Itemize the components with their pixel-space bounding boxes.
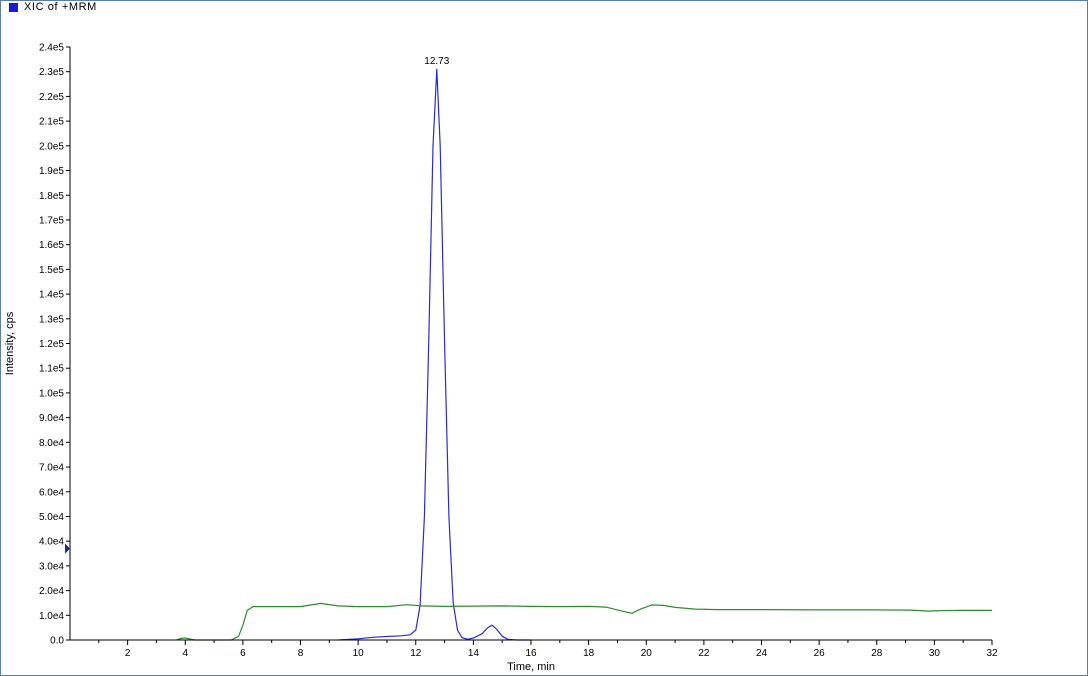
y-tick-label: 3.0e4	[39, 561, 64, 572]
y-tick-label: 1.0e4	[39, 611, 64, 622]
y-tick-label: 1.4e5	[39, 290, 64, 301]
y-tick-label: 2.2e5	[39, 92, 64, 103]
y-tick-label: 1.2e5	[39, 339, 64, 350]
y-tick-label: 5.0e4	[39, 512, 64, 523]
y-tick-label: 4.0e4	[39, 537, 64, 548]
x-tick-label: 24	[756, 648, 768, 659]
peak-label: 12.73	[424, 56, 449, 67]
y-tick-label: 2.0e4	[39, 586, 64, 597]
x-tick-label: 8	[298, 648, 304, 659]
x-tick-label: 18	[583, 648, 595, 659]
x-axis-label: Time, min	[507, 661, 555, 673]
y-tick-label: 1.7e5	[39, 215, 64, 226]
y-tick-label: 1.5e5	[39, 265, 64, 276]
x-tick-label: 12	[410, 648, 422, 659]
y-tick-label: 0.0	[50, 636, 64, 647]
y-axis-marker[interactable]	[65, 543, 70, 554]
y-tick-label: 2.0e5	[39, 141, 64, 152]
y-axis-label: Intensity, cps	[4, 311, 16, 375]
x-tick-label: 4	[182, 648, 188, 659]
series-line-2[interactable]	[176, 602, 992, 641]
x-tick-label: 14	[468, 648, 480, 659]
x-tick-label: 32	[986, 648, 998, 659]
y-tick-label: 1.1e5	[39, 364, 64, 375]
y-tick-label: 2.3e5	[39, 67, 64, 78]
x-tick-label: 22	[698, 648, 710, 659]
x-tick-label: 16	[525, 648, 537, 659]
x-axis-ticks: 2 4 6 8 10 12 14 16 18 20 22 24 26 28 30 32	[98, 640, 998, 659]
y-tick-label: 1.9e5	[39, 166, 64, 177]
annotation-layer: 12.73	[424, 56, 449, 67]
x-tick-label: 10	[353, 648, 365, 659]
series-line-1[interactable]	[337, 68, 531, 641]
chromatogram-plot[interactable]: 0.0 1.0e4 2.0e4 3.0e4 4.0e4 5.0e4 6.0e4 7.0e4 8.…	[0, 0, 1088, 676]
x-tick-label: 2	[125, 648, 131, 659]
y-tick-label: 1.8e5	[39, 191, 64, 202]
y-axis-ticks: 0.0 1.0e4 2.0e4 3.0e4 4.0e4 5.0e4 6.0e4 7.0e4 8.…	[39, 43, 70, 647]
y-tick-label: 1.0e5	[39, 388, 64, 399]
x-tick-label: 28	[871, 648, 883, 659]
y-tick-label: 1.6e5	[39, 240, 64, 251]
y-tick-label: 1.3e5	[39, 314, 64, 325]
y-tick-label: 8.0e4	[39, 438, 64, 449]
y-tick-label: 6.0e4	[39, 487, 64, 498]
y-tick-label: 9.0e4	[39, 413, 64, 424]
x-tick-label: 30	[929, 648, 941, 659]
y-tick-label: 2.4e5	[39, 43, 64, 54]
x-tick-label: 6	[240, 648, 246, 659]
y-tick-label: 2.1e5	[39, 117, 64, 128]
y-tick-label: 7.0e4	[39, 463, 64, 474]
x-tick-label: 20	[641, 648, 653, 659]
series-layer	[176, 68, 992, 641]
x-tick-label: 26	[814, 648, 826, 659]
